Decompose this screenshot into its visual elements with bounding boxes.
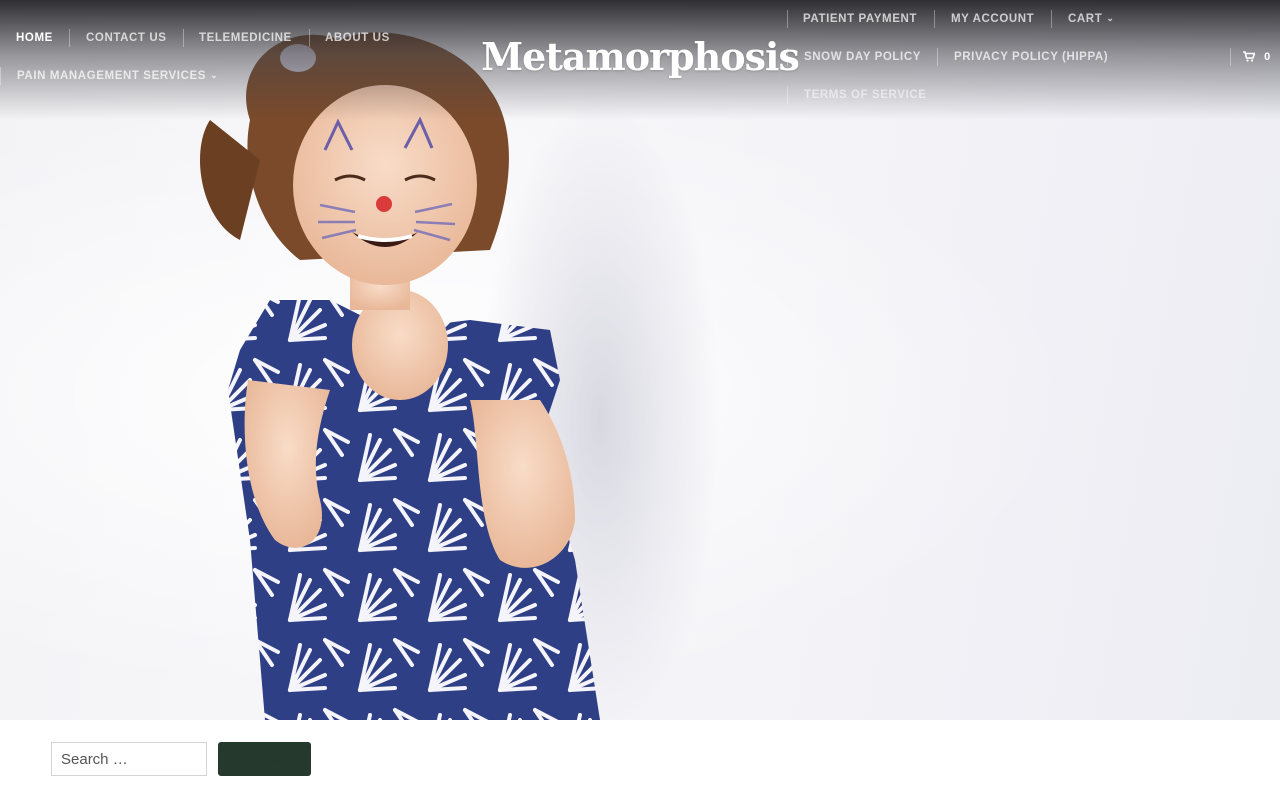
nav-cart[interactable]: CART ⌄ xyxy=(1068,13,1115,25)
nav-separator xyxy=(787,48,788,66)
nav-privacy-policy[interactable]: PRIVACY POLICY (HIPPA) xyxy=(954,51,1108,63)
nav-separator xyxy=(787,86,788,104)
nav-separator xyxy=(787,10,788,28)
nav-separator xyxy=(934,10,935,28)
nav-separator xyxy=(1051,10,1052,28)
hero-banner xyxy=(0,0,1280,720)
cart-widget[interactable]: 0 xyxy=(1243,51,1270,63)
nav-snow-day-policy[interactable]: SNOW DAY POLICY xyxy=(804,51,921,63)
cart-count: 0 xyxy=(1264,51,1271,63)
nav-my-account[interactable]: MY ACCOUNT xyxy=(951,13,1034,25)
nav-separator xyxy=(937,48,938,66)
nav-patient-payment[interactable]: PATIENT PAYMENT xyxy=(803,13,917,25)
nav-separator xyxy=(1230,48,1231,66)
chevron-down-icon: ⌄ xyxy=(1106,13,1115,23)
search-input[interactable] xyxy=(51,742,207,776)
cart-icon xyxy=(1243,51,1264,63)
nav-terms-of-service[interactable]: TERMS OF SERVICE xyxy=(804,89,927,101)
search-button[interactable]: Search xyxy=(218,742,311,776)
nav-cart-label: CART xyxy=(1068,13,1103,25)
